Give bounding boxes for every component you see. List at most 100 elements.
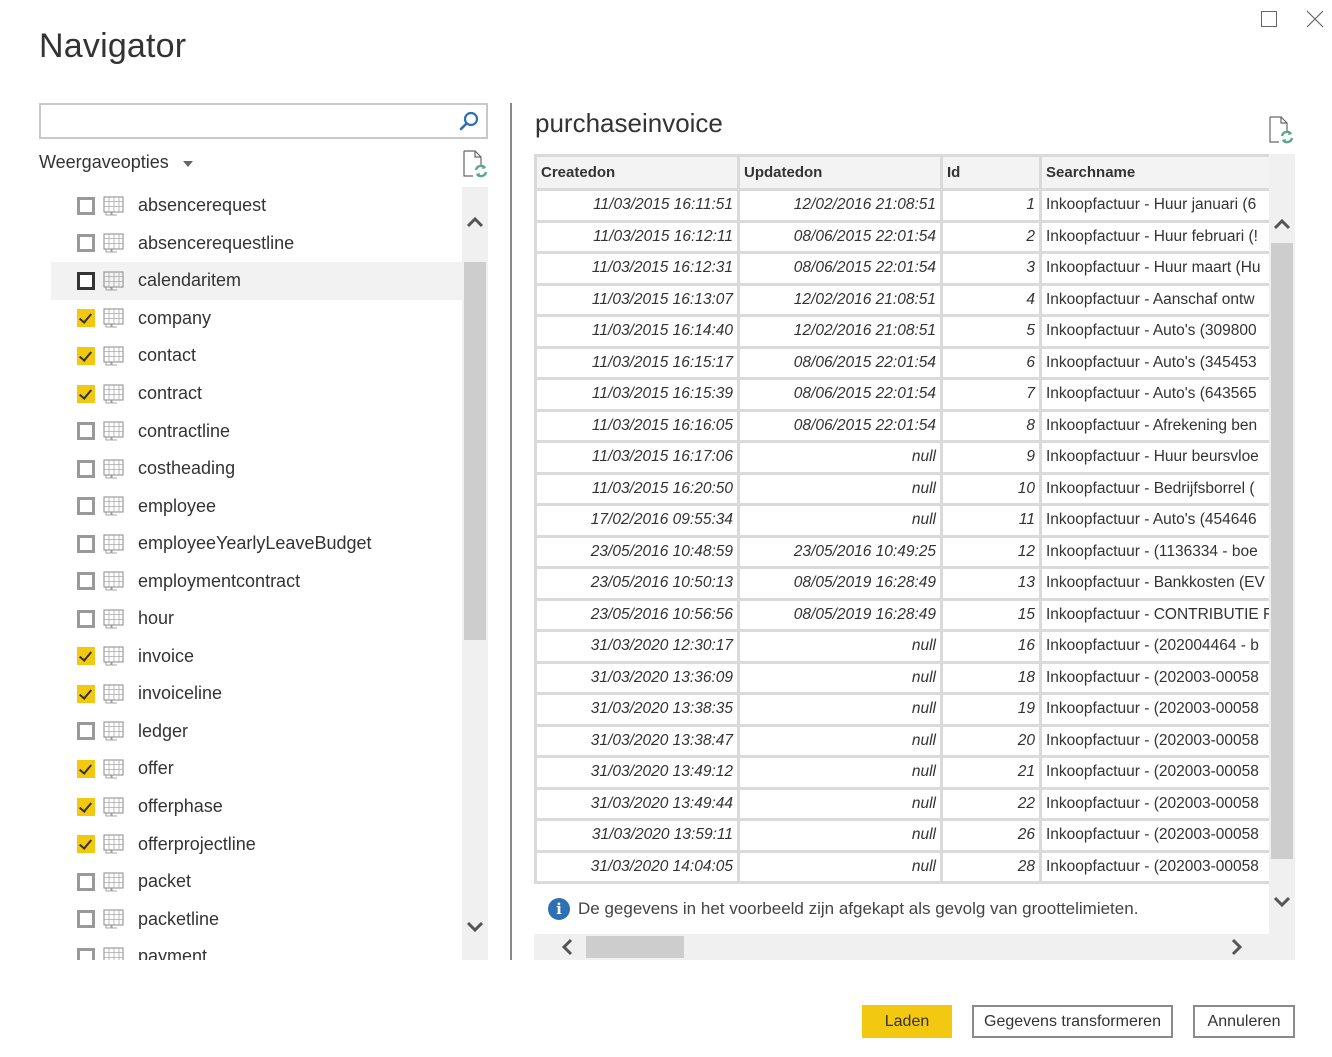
table-row: 11/03/2015 16:16:05 08/06/2015 22:01:54 8 I…	[534, 408, 1269, 443]
cell-searchname: Inkoopfactuur - (202003-00058	[1039, 849, 1269, 884]
cell-createdon: 11/03/2015 16:11:51	[534, 188, 740, 223]
tree-item-contractline[interactable]: contractline	[51, 412, 462, 450]
tree-item-offer[interactable]: offer	[51, 750, 462, 788]
tree-item-label: offer	[138, 758, 174, 779]
tree-item-payment[interactable]: payment	[51, 938, 462, 960]
grid-scroll-right-button[interactable]	[1222, 934, 1252, 960]
column-header-updatedon[interactable]: Updatedon	[737, 154, 943, 191]
tree-item-costheading[interactable]: costheading	[51, 450, 462, 488]
table-row: 11/03/2015 16:11:51 12/02/2016 21:08:51 1 I…	[534, 188, 1269, 223]
scroll-down-button[interactable]	[462, 912, 488, 942]
grid-horizontal-scrollbar[interactable]	[534, 934, 1269, 960]
cell-searchname: Inkoopfactuur - Auto's (454646	[1039, 503, 1269, 538]
tree-item-label: offerprojectline	[138, 833, 256, 854]
cell-searchname: Inkoopfactuur - (202003-00058	[1039, 723, 1269, 758]
grid-scroll-up-button[interactable]	[1269, 209, 1295, 239]
cell-createdon: 11/03/2015 16:16:05	[534, 408, 740, 443]
checkbox[interactable]	[77, 872, 95, 891]
grid-scroll-left-button[interactable]	[552, 934, 582, 960]
cell-id: 10	[940, 471, 1042, 506]
search-box[interactable]	[39, 103, 488, 139]
checkbox[interactable]	[77, 459, 95, 478]
cell-searchname: Inkoopfactuur - Aanschaf ontw	[1039, 282, 1269, 317]
pane-divider[interactable]	[510, 103, 512, 960]
scroll-up-button[interactable]	[462, 207, 488, 237]
tree-scroll-thumb[interactable]	[464, 262, 486, 640]
view-options-dropdown[interactable]: Weergaveopties	[39, 152, 193, 173]
tree-item-invoiceline[interactable]: invoiceline	[51, 675, 462, 713]
grid-scroll-down-button[interactable]	[1269, 887, 1295, 917]
checkbox[interactable]	[77, 947, 95, 960]
checkbox[interactable]	[77, 797, 95, 816]
checkbox[interactable]	[77, 384, 95, 403]
tree-item-ledger[interactable]: ledger	[51, 713, 462, 751]
tree-item-invoice[interactable]: invoice	[51, 638, 462, 676]
cell-id: 12	[940, 534, 1042, 569]
checkbox[interactable]	[77, 572, 95, 591]
cell-searchname: Inkoopfactuur - (202003-00058	[1039, 692, 1269, 727]
checkbox[interactable]	[77, 722, 95, 741]
checkbox[interactable]	[77, 346, 95, 365]
tree-item-company[interactable]: company	[51, 300, 462, 338]
checkbox[interactable]	[77, 234, 95, 253]
tree-item-absencerequestline[interactable]: absencerequestline	[51, 225, 462, 263]
search-icon[interactable]	[458, 110, 480, 132]
maximize-button[interactable]	[1246, 0, 1292, 38]
column-header-createdon[interactable]: Createdon	[534, 154, 740, 191]
tree-item-employee[interactable]: employee	[51, 487, 462, 525]
chevron-right-icon	[1231, 938, 1243, 956]
cell-updatedon: 08/06/2015 22:01:54	[737, 219, 943, 254]
tree-scrollbar[interactable]	[462, 187, 488, 960]
checkbox[interactable]	[77, 759, 95, 778]
checkbox[interactable]	[77, 497, 95, 516]
checkbox[interactable]	[77, 910, 95, 929]
tree-item-offerprojectline[interactable]: offerprojectline	[51, 825, 462, 863]
refresh-file-icon[interactable]	[1268, 116, 1294, 144]
tree-item-contract[interactable]: contract	[51, 375, 462, 413]
checkbox[interactable]	[77, 309, 95, 328]
table-row: 31/03/2020 13:59:11 null 26 Inkoopfactuur -…	[534, 818, 1269, 853]
tree-item-employeeYearlyLeaveBudget[interactable]: employeeYearlyLeaveBudget	[51, 525, 462, 563]
tree-item-employmentcontract[interactable]: employmentcontract	[51, 562, 462, 600]
checkbox[interactable]	[77, 647, 95, 666]
cell-searchname: Inkoopfactuur - Afrekening ben	[1039, 408, 1269, 443]
cell-createdon: 31/03/2020 13:38:47	[534, 723, 740, 758]
transform-data-button[interactable]: Gegevens transformeren	[972, 1005, 1173, 1038]
cell-createdon: 11/03/2015 16:12:11	[534, 219, 740, 254]
grid-horizontal-scroll-thumb[interactable]	[586, 936, 684, 958]
cell-id: 13	[940, 566, 1042, 601]
table-icon	[103, 721, 125, 741]
tree-item-calendaritem[interactable]: calendaritem	[51, 262, 462, 300]
checkbox[interactable]	[77, 271, 95, 290]
tree-item-packet[interactable]: packet	[51, 863, 462, 901]
checkbox[interactable]	[77, 534, 95, 553]
tree-item-hour[interactable]: hour	[51, 600, 462, 638]
cell-createdon: 31/03/2020 12:30:17	[534, 629, 740, 664]
cell-createdon: 31/03/2020 14:04:05	[534, 849, 740, 884]
chevron-up-icon	[1273, 218, 1291, 230]
tree-item-packetline[interactable]: packetline	[51, 900, 462, 938]
tree-item-contact[interactable]: contact	[51, 337, 462, 375]
checkbox[interactable]	[77, 684, 95, 703]
cell-createdon: 11/03/2015 16:12:31	[534, 251, 740, 286]
grid-vertical-scrollbar[interactable]	[1269, 207, 1295, 934]
cell-updatedon: 08/06/2015 22:01:54	[737, 251, 943, 286]
column-header-id[interactable]: Id	[940, 154, 1042, 191]
checkbox[interactable]	[77, 835, 95, 854]
tree-item-offerphase[interactable]: offerphase	[51, 788, 462, 826]
grid-vertical-scroll-thumb[interactable]	[1271, 243, 1293, 859]
tree-item-label: calendaritem	[138, 270, 242, 291]
tree-item-label: absencerequest	[138, 195, 267, 216]
close-button[interactable]	[1292, 0, 1332, 38]
column-header-searchname[interactable]: Searchname	[1039, 154, 1269, 191]
refresh-file-icon[interactable]	[462, 150, 488, 178]
search-input[interactable]	[47, 109, 447, 133]
preview-table: Createdon Updatedon Id Searchname 11/03/201…	[534, 154, 1269, 884]
table-row: 31/03/2020 13:49:44 null 22 Inkoopfactuur -…	[534, 786, 1269, 821]
tree-item-absencerequest[interactable]: absencerequest	[51, 187, 462, 225]
checkbox[interactable]	[77, 196, 95, 215]
checkbox[interactable]	[77, 422, 95, 441]
cancel-button[interactable]: Annuleren	[1193, 1005, 1295, 1038]
checkbox[interactable]	[77, 609, 95, 628]
load-button[interactable]: Laden	[862, 1005, 952, 1038]
